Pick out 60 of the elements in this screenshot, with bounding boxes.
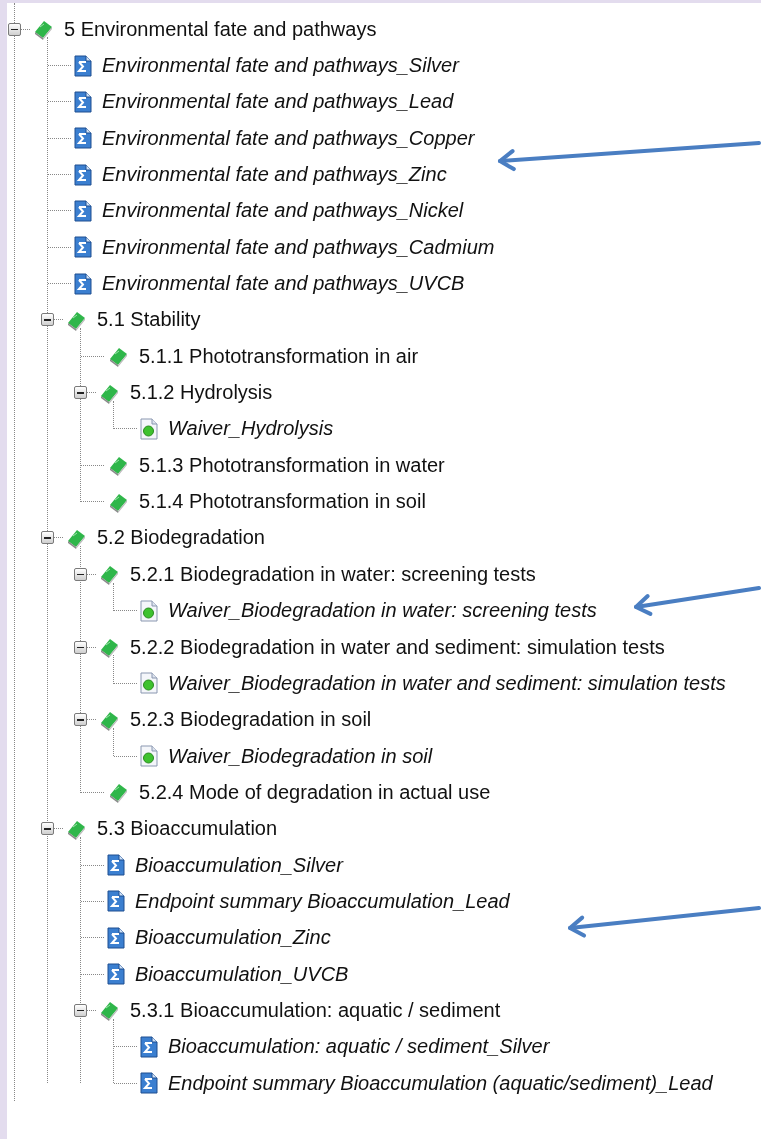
tree-item-label[interactable]: 5.3.1 Bioaccumulation: aquatic / sediment [130,998,501,1022]
tree-item-label[interactable]: Waiver_Hydrolysis [168,417,334,441]
sigma-document-icon [107,854,125,877]
sigma-document-icon [74,199,92,222]
tree-item-label[interactable]: 5.1 Stability [97,308,201,332]
tree-item-label[interactable]: Bioaccumulation_Zinc [135,926,331,950]
sigma-document-icon [107,926,125,949]
sigma-document-icon [140,1072,158,1095]
collapse-toggle[interactable] [74,567,87,581]
tree-item-label[interactable]: Environmental fate and pathways_Copper [102,126,475,150]
tree-item-label[interactable]: Environmental fate and pathways_Zinc [102,163,447,187]
tree-item-label[interactable]: 5.2.3 Biodegradation in soil [130,708,372,732]
sigma-document-icon [107,963,125,986]
tree-item-label[interactable]: Bioaccumulation_UVCB [135,962,349,986]
tree-item-label[interactable]: Environmental fate and pathways_Cadmium [102,235,495,259]
tree-item-label[interactable]: 5 Environmental fate and pathways [64,17,377,41]
tree-item-label[interactable]: Environmental fate and pathways_UVCB [102,272,465,296]
tree-item-label[interactable]: 5.1.1 Phototransformation in air [139,344,419,368]
book-icon [107,781,129,804]
collapse-toggle[interactable] [74,1003,87,1017]
tree-item-label[interactable]: 5.2 Biodegradation [97,526,265,550]
tree-item-label[interactable]: Waiver_Biodegradation in soil [168,744,433,768]
book-icon [107,345,129,368]
tree-item-label[interactable]: Endpoint summary Bioaccumulation_Lead [135,889,510,913]
collapse-toggle[interactable] [41,531,54,545]
collapse-toggle[interactable] [41,822,54,836]
sigma-document-icon [74,272,92,295]
sigma-document-icon [140,1035,158,1058]
book-icon [65,527,87,549]
sigma-document-icon [74,163,92,186]
book-icon [98,999,120,1022]
collapse-toggle[interactable] [74,713,87,727]
tree-item-label[interactable]: 5.1.3 Phototransformation in water [139,453,445,477]
book-icon [107,454,129,477]
tree-item-label[interactable]: Endpoint summary Bioaccumulation (aquatic/sediment)_Lead [168,1071,713,1095]
tree-item-label[interactable]: 5.3 Bioaccumulation [97,817,278,841]
book-icon [98,563,120,586]
book-icon [32,18,54,41]
tree-item-label[interactable]: Waiver_Biodegradation in water: screening tests [168,599,597,623]
tree-item-label[interactable]: Bioaccumulation: aquatic / sediment_Silver [168,1035,550,1059]
collapse-toggle[interactable] [8,22,21,36]
tree-item-label[interactable]: Waiver_Biodegradation in water and sediment: simulation tests [168,671,726,695]
sigma-document-icon [74,54,92,77]
tree-item-label[interactable]: 5.1.2 Hydrolysis [130,381,273,405]
sigma-document-icon [74,127,92,150]
tree-item-label[interactable]: Environmental fate and pathways_Lead [102,90,454,114]
tree-item-label[interactable]: Bioaccumulation_Silver [135,853,343,877]
tree-item-label[interactable]: Environmental fate and pathways_Nickel [102,199,464,223]
book-icon [98,636,120,658]
tree-item-label[interactable]: 5.1.4 Phototransformation in soil [139,490,426,514]
tree-item-label[interactable]: 5.2.4 Mode of degradation in actual use [139,780,491,804]
tree-item-label[interactable]: 5.2.1 Biodegradation in water: screening tests [130,562,536,586]
sigma-document-icon [74,90,92,113]
tree-item-label[interactable]: 5.2.2 Biodegradation in water and sediment: simulation tests [130,635,665,659]
tree-item-label[interactable]: Environmental fate and pathways_Silver [102,54,459,77]
sigma-document-icon [107,890,125,913]
collapse-toggle[interactable] [74,386,87,400]
collapse-toggle[interactable] [74,640,87,654]
collapse-toggle[interactable] [41,313,54,327]
sigma-document-icon [74,236,92,259]
